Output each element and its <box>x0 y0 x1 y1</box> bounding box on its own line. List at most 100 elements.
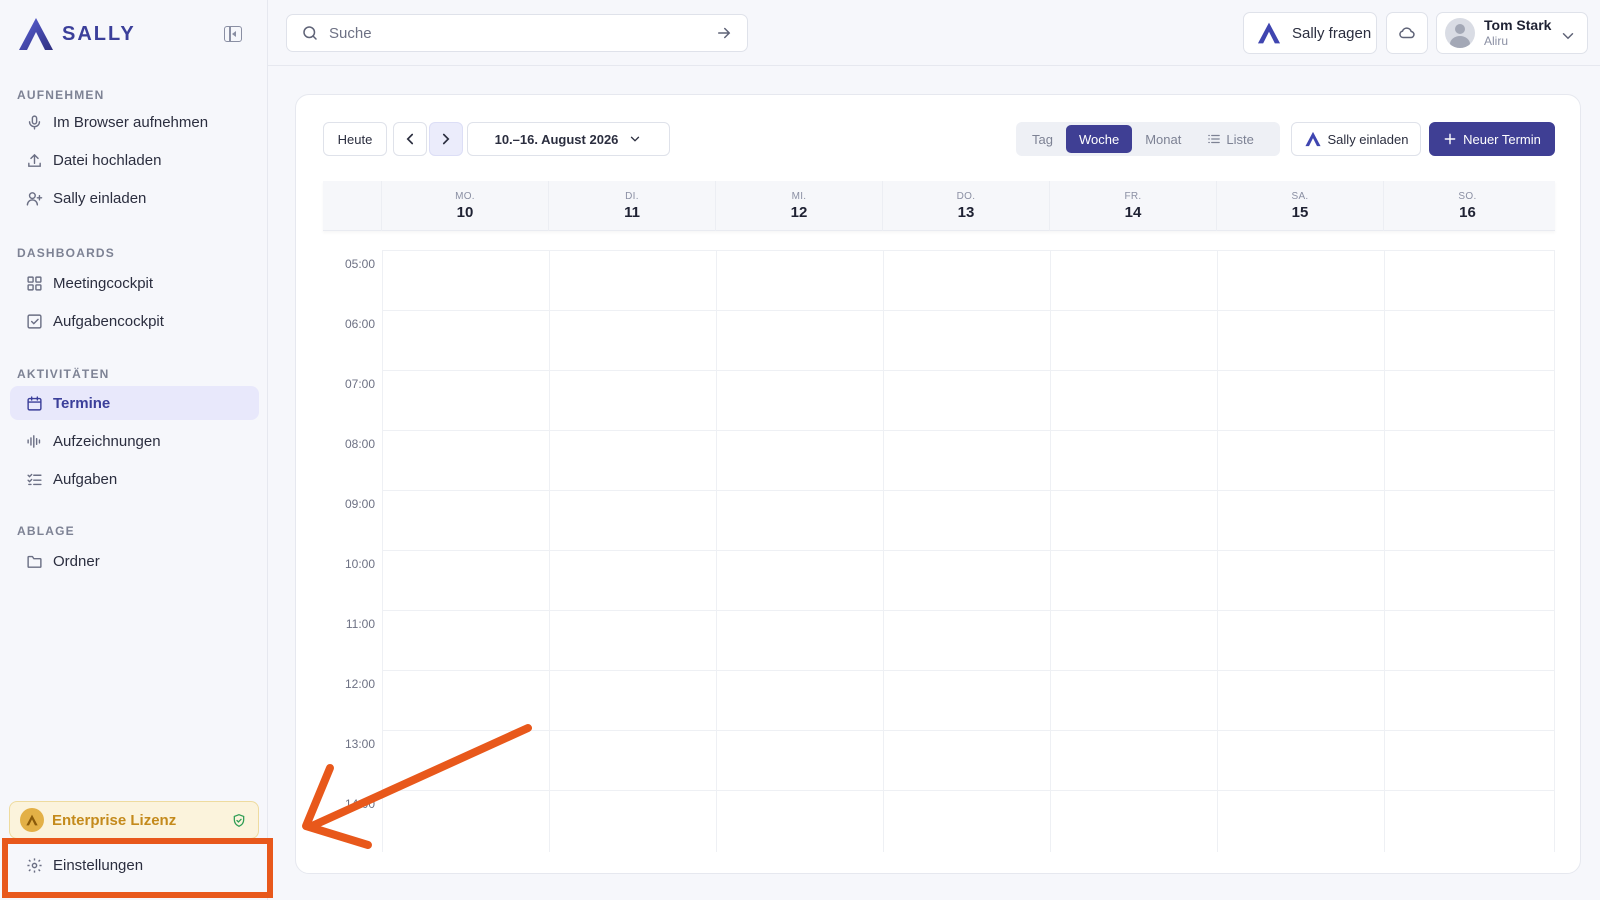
logo[interactable]: SALLY <box>16 16 136 52</box>
time-gutter-header <box>323 181 382 231</box>
user-org: Aliru <box>1484 34 1509 48</box>
sidebar-item-label: Datei hochladen <box>53 151 162 169</box>
invite-sally-label: Sally einladen <box>1327 131 1409 147</box>
new-appointment-label: Neuer Termin <box>1463 131 1541 147</box>
column-divider <box>549 250 550 852</box>
search-input[interactable] <box>329 24 705 42</box>
user-name: Tom Stark <box>1484 17 1552 33</box>
view-switcher: Tag Woche Monat Liste <box>1016 122 1280 156</box>
license-label: Enterprise Lizenz <box>52 811 177 829</box>
section-title-aktivitaeten: AKTIVITÄTEN <box>17 367 110 381</box>
day-num: 12 <box>790 204 808 221</box>
column-divider <box>1384 250 1385 852</box>
sidebar-item-meetingcockpit[interactable]: Meetingcockpit <box>10 266 259 300</box>
view-tag[interactable]: Tag <box>1019 125 1066 153</box>
sidebar-item-label: Aufzeichnungen <box>53 432 161 450</box>
view-monat[interactable]: Monat <box>1132 125 1194 153</box>
day-header-so[interactable]: SO. 16 <box>1384 181 1551 231</box>
upload-icon <box>25 151 43 169</box>
hour-line <box>382 670 1555 671</box>
list-icon <box>1208 134 1221 144</box>
brand-name: SALLY <box>62 22 136 45</box>
day-header-mo[interactable]: MO. 10 <box>382 181 549 231</box>
column-divider <box>1050 250 1051 852</box>
today-button[interactable]: Heute <box>323 122 387 156</box>
day-num: 15 <box>1291 204 1309 221</box>
sidebar-item-aufgabencockpit[interactable]: Aufgabencockpit <box>10 304 259 338</box>
sidebar-item-label: Sally einladen <box>53 189 147 207</box>
time-label: 10:00 <box>344 557 375 571</box>
sally-logo-icon <box>1257 22 1281 44</box>
previous-week-button[interactable] <box>393 122 427 156</box>
enterprise-license-badge[interactable]: Enterprise Lizenz <box>9 801 259 839</box>
settings-button[interactable]: Einstellungen <box>9 845 259 885</box>
day-abbr: MO. <box>455 191 475 202</box>
sidebar-item-im-browser-aufnehmen[interactable]: Im Browser aufnehmen <box>10 105 259 139</box>
view-liste-label: Liste <box>1226 131 1254 147</box>
day-abbr: DI. <box>625 191 639 202</box>
day-header-fr[interactable]: FR. 14 <box>1050 181 1217 231</box>
time-label: 14:00 <box>344 797 375 811</box>
chevron-down-icon <box>631 136 640 142</box>
time-label: 12:00 <box>344 677 375 691</box>
user-menu[interactable]: Tom Stark Aliru <box>1436 12 1588 54</box>
column-divider <box>883 250 884 852</box>
day-header-do[interactable]: DO. 13 <box>883 181 1050 231</box>
microphone-icon <box>25 113 43 131</box>
sidebar-item-aufgaben[interactable]: Aufgaben <box>10 462 259 496</box>
date-range-picker[interactable]: 10.–16. August 2026 <box>467 122 670 156</box>
sidebar-item-datei-hochladen[interactable]: Datei hochladen <box>10 143 259 177</box>
time-label: 06:00 <box>344 317 375 331</box>
chevron-left-icon <box>406 133 414 145</box>
day-header-di[interactable]: DI. 11 <box>549 181 716 231</box>
time-label: 09:00 <box>344 497 375 511</box>
ask-sally-label: Sally fragen <box>1292 24 1372 42</box>
checkbox-icon <box>25 312 43 330</box>
day-num: 13 <box>957 204 975 221</box>
search-icon <box>303 26 317 40</box>
verified-shield-icon <box>233 813 245 828</box>
new-appointment-button[interactable]: Neuer Termin <box>1429 122 1555 156</box>
invite-sally-button[interactable]: Sally einladen <box>1291 122 1421 156</box>
day-num: 14 <box>1124 204 1142 221</box>
sidebar-item-ordner[interactable]: Ordner <box>10 544 259 578</box>
plus-icon <box>1444 133 1456 145</box>
hour-line <box>382 730 1555 731</box>
grid-icon <box>25 274 43 292</box>
cloud-icon <box>1399 27 1415 39</box>
sidebar-item-sally-einladen[interactable]: Sally einladen <box>10 181 259 215</box>
gear-icon <box>25 856 43 874</box>
section-title-aufnehmen: AUFNEHMEN <box>17 88 105 102</box>
sidebar: SALLY AUFNEHMEN Im Browser aufnehmen Dat… <box>0 0 268 900</box>
topbar: Sally fragen Tom Stark Aliru <box>268 0 1600 66</box>
date-range-label: 10.–16. August 2026 <box>494 131 619 147</box>
license-logo-icon <box>20 808 44 832</box>
folder-icon <box>25 552 43 570</box>
time-label: 05:00 <box>344 257 375 271</box>
hour-line <box>382 550 1555 551</box>
hour-line <box>382 430 1555 431</box>
day-header-sa[interactable]: SA. 15 <box>1217 181 1384 231</box>
view-liste[interactable]: Liste <box>1194 125 1266 153</box>
time-label: 08:00 <box>344 437 375 451</box>
arrow-right-icon[interactable] <box>715 24 733 42</box>
week-header: MO. 10 DI. 11 MI. 12 DO. 13 FR. 14 SA. 1… <box>323 181 1555 231</box>
next-week-button[interactable] <box>429 122 463 156</box>
sidebar-item-label: Meetingcockpit <box>53 274 154 292</box>
collapse-sidebar-icon[interactable] <box>224 26 242 42</box>
week-grid[interactable]: 05:00 06:00 07:00 08:00 09:00 10:00 11:0… <box>323 250 1555 852</box>
view-woche[interactable]: Woche <box>1065 125 1133 153</box>
ask-sally-button[interactable]: Sally fragen <box>1243 12 1377 54</box>
chevron-right-icon <box>442 133 450 145</box>
sidebar-item-aufzeichnungen[interactable]: Aufzeichnungen <box>10 424 259 458</box>
cloud-sync-button[interactable] <box>1386 12 1428 54</box>
sidebar-item-label: Aufgaben <box>53 470 118 488</box>
day-header-mi[interactable]: MI. 12 <box>716 181 883 231</box>
settings-label: Einstellungen <box>53 856 144 874</box>
waveform-icon <box>25 432 43 450</box>
day-num: 11 <box>624 204 640 221</box>
sidebar-item-label: Termine <box>53 394 111 412</box>
day-num: 10 <box>456 204 474 221</box>
sidebar-item-termine[interactable]: Termine <box>10 386 259 420</box>
search-bar[interactable] <box>286 14 748 52</box>
